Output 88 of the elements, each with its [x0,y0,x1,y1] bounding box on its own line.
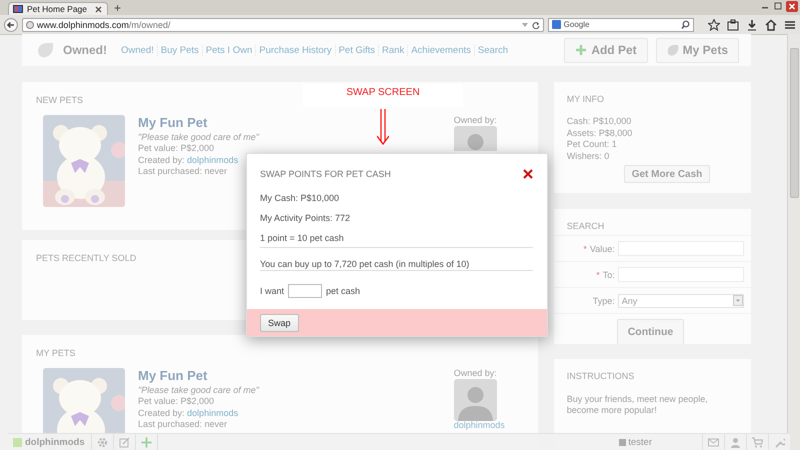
dialog-line: My Cash: P$10,000 [260,193,340,204]
search-input[interactable]: Google [564,20,678,29]
section-title: MY PETS [36,348,76,358]
nav-link[interactable]: Pet Gifts [334,44,378,56]
card-title: INSTRUCTIONS [566,371,636,381]
search-field[interactable]: Google [548,18,694,32]
star-icon[interactable] [708,18,720,30]
arrow-icon [377,109,389,145]
status-icon [619,439,626,446]
pet-quote: "Please take good care of me" [138,132,259,143]
creator-link[interactable]: dolphinmods [187,154,238,164]
creator-link[interactable]: dolphinmods [187,408,238,418]
nav-link[interactable]: Owned! [121,44,157,56]
field-label: Value: [590,244,615,254]
owned-by-label: Owned by: [454,368,498,378]
header-button[interactable]: Add Pet [564,38,648,62]
header-button[interactable]: My Pets [656,38,740,62]
avatar-icon [454,379,497,421]
nav-link[interactable]: Buy Pets [156,44,202,56]
plus-icon [575,44,588,56]
new-tab-button[interactable]: + [114,2,122,15]
info-line: Pet Count: 1 [566,139,618,150]
input-field[interactable] [288,284,322,298]
owned-by-label: Owned by: [454,115,498,125]
instructions-text: Buy your friends, meet new people, become more popular! [566,394,709,416]
address-bar[interactable]: www.dolphinmods.com/m/owned/ [22,18,544,32]
card-title: MY INFO [566,94,606,104]
status-icon [13,438,22,447]
nav-link[interactable]: Search [474,44,511,56]
field-label: Type: [592,296,615,306]
owner-link[interactable]: dolphinmods [454,420,524,430]
reload-icon[interactable] [532,20,540,28]
avatar-icon [454,126,497,151]
url-text: www.dolphinmods.com/m/owned/ [36,20,172,30]
close-window-icon[interactable] [786,1,798,12]
close-icon[interactable] [94,4,103,14]
info-line: Cash: P$10,000 [566,116,632,128]
continue-button[interactable]: Continue [616,319,684,344]
user-name[interactable]: dolphinmods [25,437,85,448]
pet-quote: "Please take good care of me" [138,384,259,396]
field-label: To: [602,270,615,280]
browser-tab[interactable]: Pet Home Page [8,2,108,15]
section-title: PETS RECENTLY SOLD [36,253,138,263]
dropdown-icon [733,295,744,306]
maximize-icon[interactable] [773,1,783,11]
close-icon[interactable] [523,169,533,179]
back-icon[interactable] [4,18,18,32]
required-mark: * [583,244,587,254]
tab-title: Pet Home Page [27,4,88,14]
field-label: I want [260,286,284,296]
globe-icon [26,20,34,28]
pet-name[interactable]: My Fun Pet [138,117,208,128]
section-title: NEW PETS [36,95,84,105]
created-label: Created by: [138,154,185,164]
search-icon[interactable] [681,20,690,29]
search-engine-icon [552,20,561,29]
nav-link[interactable]: Achievements [407,44,474,56]
pet-name[interactable]: My Fun Pet [138,370,208,382]
dialog-title: SWAP POINTS FOR PET CASH [260,169,392,179]
dialog-note: You can buy up to 7,720 pet cash (in multiples of 10) [260,259,533,271]
dialog-line: My Activity Points: 772 [260,213,352,224]
pet-value: Pet value: P$2,000 [138,396,214,408]
created-label: Created by: [138,408,185,418]
required-mark: * [596,270,600,280]
pet-value: Pet value: P$2,000 [138,143,214,154]
swap-button[interactable]: Swap [260,314,299,332]
card-title: SEARCH [566,221,606,231]
nav-link[interactable]: Purchase History [255,44,335,56]
nav-link[interactable]: Rank [378,44,408,56]
field-label: pet cash [326,286,360,296]
site-brand: Owned! [63,43,107,57]
info-line: Wishers: 0 [566,150,610,162]
nav-link[interactable]: Pets I Own [202,44,256,56]
menu-icon[interactable] [784,18,796,30]
info-line: Assets: P$8,000 [566,128,634,139]
clipboard-icon[interactable] [727,18,739,30]
type-select[interactable]: Any [618,294,744,308]
dialog-line: 1 point = 10 pet cash [260,233,533,248]
leaf-icon [37,42,55,58]
user-name[interactable]: tester [628,437,652,448]
home-icon[interactable] [765,18,777,30]
last-purchased: Last purchased: never [138,419,228,430]
scrollbar-thumb[interactable] [790,48,799,198]
leaf-icon [666,44,679,56]
favicon-icon [13,4,23,14]
last-purchased: Last purchased: never [138,166,228,178]
download-icon[interactable] [746,18,758,30]
get-more-cash-button[interactable]: Get More Cash [624,165,710,183]
